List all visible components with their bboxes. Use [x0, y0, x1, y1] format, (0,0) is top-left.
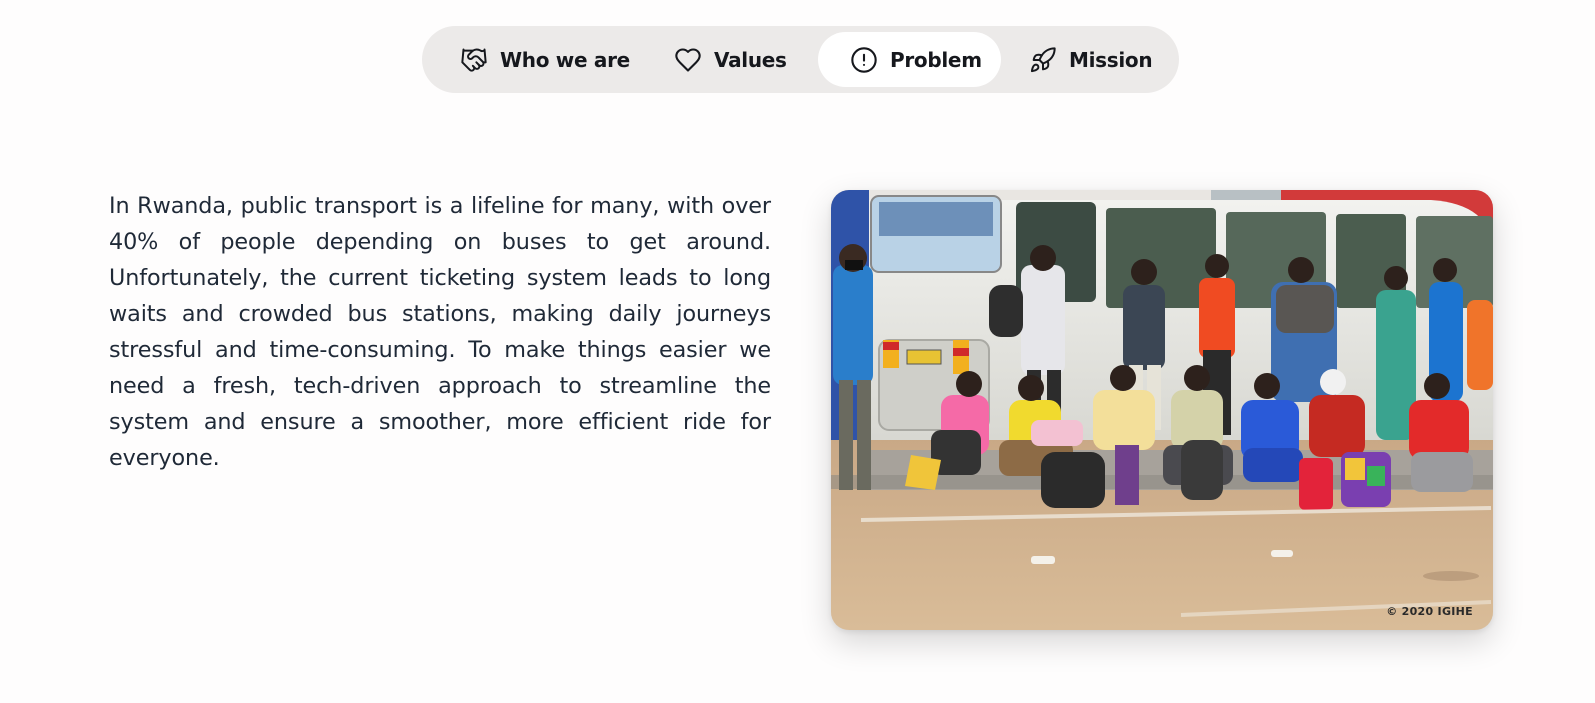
- section-tabs: Who we are Values Problem Mission: [422, 26, 1179, 93]
- problem-section: Who we are Values Problem Mission In Rwa…: [0, 0, 1595, 703]
- tab-label: Values: [714, 47, 787, 72]
- tab-problem[interactable]: Problem: [818, 32, 1001, 87]
- bus-station-photo: © 2020 IGIHE: [831, 190, 1493, 630]
- rocket-icon: [1029, 46, 1057, 74]
- photo-credit: © 2020 IGIHE: [1386, 605, 1473, 618]
- tab-label: Who we are: [500, 47, 630, 72]
- tab-values[interactable]: Values: [646, 32, 818, 87]
- problem-description: In Rwanda, public transport is a lifelin…: [109, 193, 771, 471]
- handshake-icon: [460, 46, 488, 74]
- heart-icon: [674, 46, 702, 74]
- tab-mission[interactable]: Mission: [1001, 32, 1171, 87]
- tab-label: Mission: [1069, 47, 1153, 72]
- tab-label: Problem: [890, 47, 982, 72]
- tab-who-we-are[interactable]: Who we are: [428, 32, 646, 87]
- alert-circle-icon: [850, 46, 878, 74]
